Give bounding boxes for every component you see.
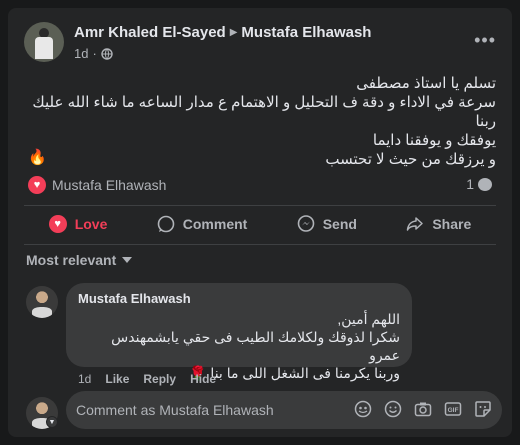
more-options-icon[interactable]: ••• bbox=[474, 30, 496, 51]
comment-actions: 1d Like Reply Hide bbox=[78, 372, 216, 386]
heart-reaction-icon: ♥ bbox=[28, 176, 46, 194]
post-time[interactable]: 1d bbox=[74, 46, 88, 61]
love-button[interactable]: ♥ Love bbox=[48, 215, 107, 233]
send-button[interactable]: Send bbox=[297, 215, 357, 233]
share-icon bbox=[406, 215, 424, 233]
divider bbox=[24, 205, 496, 206]
arrow-right-icon: ▶ bbox=[229, 27, 238, 38]
comment-hide-button[interactable]: Hide bbox=[190, 372, 216, 386]
gif-icon[interactable]: GIF bbox=[444, 400, 462, 418]
post-header-names: Amr Khaled El-Sayed ▶ Mustafa Elhawash bbox=[74, 24, 371, 41]
fire-emoji: 🔥 bbox=[28, 149, 47, 166]
author-avatar[interactable] bbox=[24, 22, 64, 62]
sort-dropdown[interactable]: Most relevant bbox=[26, 252, 133, 268]
comment-like-button[interactable]: Like bbox=[105, 372, 129, 386]
action-bar: ♥ Love Comment Send Share bbox=[24, 208, 496, 240]
comment-text-line: شكرا لذوقك ولكلامك الطيب فى حقي يابشمهند… bbox=[111, 329, 400, 363]
caret-down-icon bbox=[122, 255, 133, 265]
reaction-summary[interactable]: ♥ Mustafa Elhawash bbox=[28, 176, 166, 194]
globe-icon bbox=[101, 47, 113, 60]
comment-bubble: Mustafa Elhawash اللهم أمين, شكرا لذوقك … bbox=[66, 283, 412, 381]
heart-icon: ♥ bbox=[48, 215, 67, 233]
comment-time[interactable]: 1d bbox=[78, 372, 91, 386]
post-text-line: سرعة في الاداء و دقة ف التحليل و الاهتما… bbox=[32, 94, 496, 130]
comment-input[interactable] bbox=[76, 391, 346, 429]
comment-button[interactable]: Comment bbox=[157, 215, 247, 233]
emoji-icon[interactable] bbox=[384, 400, 402, 418]
sticker-icon[interactable] bbox=[474, 400, 492, 418]
camera-icon[interactable] bbox=[414, 400, 432, 418]
commenter-avatar[interactable] bbox=[26, 286, 58, 318]
post-text-line: و يرزقك من حيث لا تحتسب bbox=[325, 151, 496, 168]
post-text-line: يوفقك و يوفقنا دايما bbox=[372, 132, 496, 149]
comment-text-line: اللهم أمين, bbox=[337, 311, 400, 327]
comment-icon bbox=[157, 215, 175, 233]
chevron-down-icon[interactable]: ▼ bbox=[46, 416, 58, 428]
author-name[interactable]: Amr Khaled El-Sayed bbox=[74, 24, 226, 41]
share-button[interactable]: Share bbox=[406, 215, 471, 233]
divider bbox=[24, 244, 496, 245]
comment-reply-button[interactable]: Reply bbox=[143, 372, 176, 386]
avatar-sticker-icon[interactable] bbox=[354, 400, 372, 418]
comment-count[interactable]: 1 bbox=[466, 176, 492, 192]
comment-composer[interactable]: GIF bbox=[66, 391, 502, 429]
comment-author[interactable]: Mustafa Elhawash bbox=[78, 291, 400, 306]
post-card: Amr Khaled El-Sayed ▶ Mustafa Elhawash 1… bbox=[8, 8, 512, 437]
composer-tools: GIF bbox=[354, 400, 492, 418]
post-text-line: تسلم يا استاذ مصطفى bbox=[356, 75, 496, 92]
reaction-by: Mustafa Elhawash bbox=[52, 177, 167, 193]
comment-bubble-icon bbox=[478, 177, 492, 191]
svg-text:GIF: GIF bbox=[448, 407, 459, 414]
post-meta: 1d · bbox=[74, 46, 113, 61]
messenger-icon bbox=[297, 215, 315, 233]
recipient-name[interactable]: Mustafa Elhawash bbox=[241, 24, 371, 41]
post-text: تسلم يا استاذ مصطفى سرعة في الاداء و دقة… bbox=[26, 74, 496, 169]
